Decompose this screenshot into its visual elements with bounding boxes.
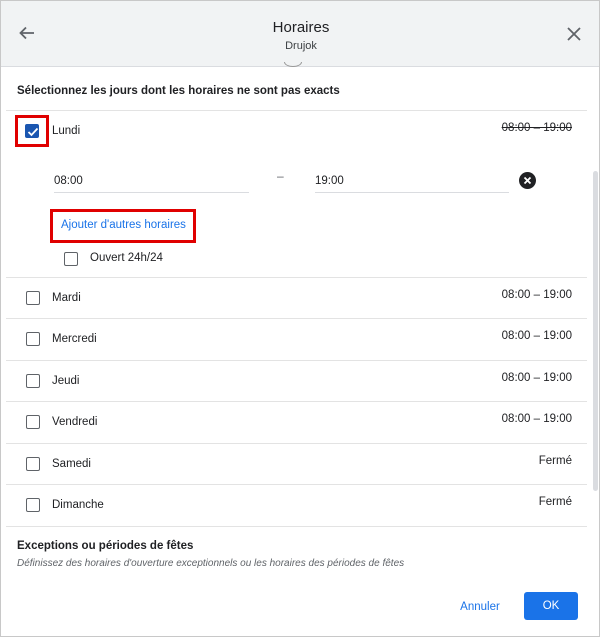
dialog-header: Horaires Drujok <box>1 1 599 67</box>
day-label: Lundi <box>52 125 81 137</box>
close-time-field[interactable]: 19:00 <box>315 171 509 193</box>
day-checkbox-mardi[interactable] <box>26 291 40 305</box>
day-checkbox-samedi[interactable] <box>26 457 40 471</box>
divider <box>6 110 587 111</box>
exceptions-title[interactable]: Exceptions ou périodes de fêtes <box>17 540 193 552</box>
hours-dialog: Horaires Drujok Sélectionnez les jours d… <box>0 0 600 637</box>
exceptions-subtitle: Définissez des horaires d'ouverture exce… <box>17 558 405 569</box>
open-24h-label: Ouvert 24h/24 <box>90 252 163 264</box>
divider <box>6 401 587 402</box>
dialog-subtitle: Drujok <box>285 40 317 52</box>
day-label: Samedi <box>52 458 91 470</box>
divider <box>6 318 587 319</box>
ok-button[interactable]: OK <box>524 592 578 620</box>
scrollbar-thumb[interactable] <box>593 171 598 491</box>
divider <box>6 484 587 485</box>
divider <box>6 526 587 527</box>
day-hours: 08:00 – 19:00 <box>501 330 572 342</box>
day-hours: 08:00 – 19:00 <box>501 413 572 425</box>
partial-icon <box>284 62 302 67</box>
checkmark-icon <box>27 127 39 137</box>
day-checkbox-lundi[interactable] <box>25 124 39 138</box>
clear-icon <box>523 176 532 185</box>
close-button[interactable] <box>566 26 582 42</box>
add-hours-link[interactable]: Ajouter d'autres horaires <box>61 219 186 231</box>
close-icon <box>567 27 581 41</box>
day-hours: 08:00 – 19:00 <box>501 122 572 134</box>
divider <box>6 277 587 278</box>
day-hours: Fermé <box>538 496 572 508</box>
clear-hours-button[interactable] <box>519 172 536 189</box>
open-24h-checkbox[interactable] <box>64 252 78 266</box>
day-checkbox-vendredi[interactable] <box>26 415 40 429</box>
divider <box>6 443 587 444</box>
divider <box>6 360 587 361</box>
day-label: Dimanche <box>52 499 104 511</box>
day-label: Mardi <box>52 292 81 304</box>
instruction-text: Sélectionnez les jours dont les horaires… <box>17 85 340 97</box>
day-hours: Fermé <box>538 455 572 467</box>
day-label: Mercredi <box>52 333 97 345</box>
day-label: Vendredi <box>52 416 98 428</box>
day-checkbox-dimanche[interactable] <box>26 498 40 512</box>
day-checkbox-jeudi[interactable] <box>26 374 40 388</box>
day-checkbox-mercredi[interactable] <box>26 332 40 346</box>
day-label: Jeudi <box>52 375 80 387</box>
day-hours: 08:00 – 19:00 <box>501 289 572 301</box>
day-hours: 08:00 – 19:00 <box>501 372 572 384</box>
open-time-field[interactable]: 08:00 <box>54 171 249 193</box>
time-separator: – <box>277 169 284 183</box>
dialog-title: Horaires <box>272 19 330 36</box>
cancel-button[interactable]: Annuler <box>449 595 511 619</box>
